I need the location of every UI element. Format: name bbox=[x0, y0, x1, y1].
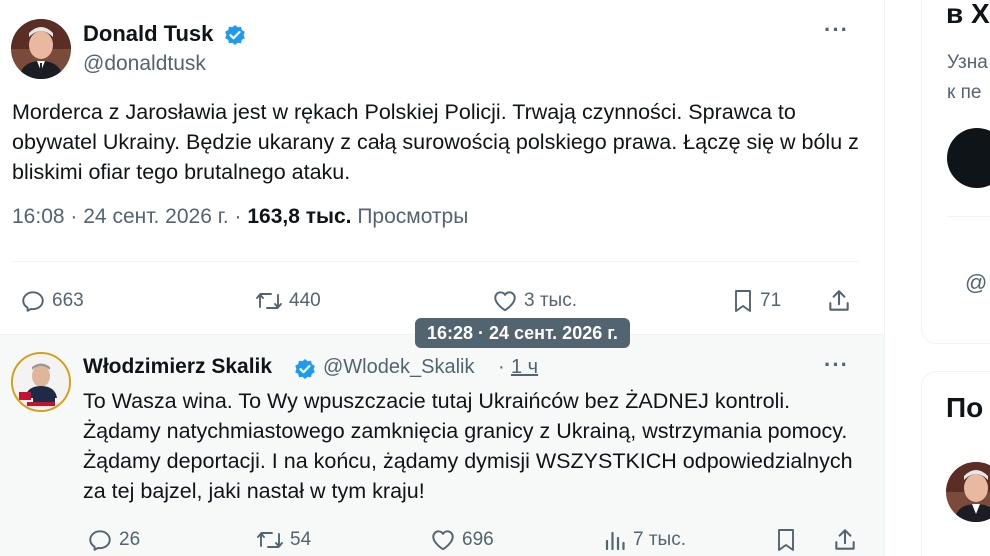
reply-author-avatar[interactable] bbox=[11, 352, 71, 412]
views-label: Просмотры bbox=[357, 205, 469, 228]
verified-badge-icon bbox=[224, 24, 246, 51]
divider bbox=[12, 261, 858, 262]
verified-badge-icon bbox=[294, 358, 316, 385]
bookmark-count: 71 bbox=[760, 290, 782, 311]
heart-icon bbox=[494, 291, 516, 312]
more-options-icon[interactable]: ··· bbox=[824, 17, 849, 43]
views-count: 163,8 тыс. bbox=[247, 205, 352, 228]
reply-views-button[interactable]: 7 тыс. bbox=[603, 527, 686, 553]
reply-author-handle[interactable]: @Wlodek_Skalik bbox=[323, 356, 474, 379]
reply-views-count: 7 тыс. bbox=[633, 529, 686, 550]
reply-icon bbox=[89, 530, 111, 551]
meta-separator-2: · bbox=[234, 205, 242, 228]
bookmark-icon bbox=[778, 529, 794, 551]
tweet-text: Morderca z Jarosławia jest w rękach Pols… bbox=[12, 100, 859, 184]
reply-separator: · bbox=[498, 356, 505, 378]
reply-reply-count: 26 bbox=[119, 529, 141, 550]
retweet-button[interactable]: 440 bbox=[255, 288, 321, 314]
share-icon bbox=[829, 290, 849, 311]
like-button[interactable]: 3 тыс. bbox=[492, 288, 577, 314]
author-name[interactable]: Donald Tusk bbox=[83, 21, 213, 47]
sidebar-follow-title: По bbox=[946, 392, 984, 423]
share-icon bbox=[835, 529, 855, 550]
share-button[interactable] bbox=[826, 288, 858, 314]
timestamp-tooltip: 16:28 · 24 сент. 2026 г. bbox=[415, 318, 630, 348]
reply-icon bbox=[22, 291, 44, 312]
tweet-time[interactable]: 16:08 bbox=[12, 205, 65, 228]
reply-text: To Wasza wina. To Wy wpuszczacie tutaj U… bbox=[83, 389, 853, 503]
reply-like-count: 696 bbox=[462, 529, 494, 550]
reply-author-name[interactable]: Włodzimierz Skalik bbox=[83, 355, 272, 379]
sidebar-card-title: в X bbox=[946, 0, 990, 29]
sidebar-divider bbox=[947, 216, 990, 217]
reply-count: 663 bbox=[52, 290, 84, 311]
reply-retweet-button[interactable]: 54 bbox=[256, 527, 311, 553]
like-count: 3 тыс. bbox=[524, 290, 577, 311]
bookmark-icon bbox=[735, 290, 751, 312]
main-column: Donald Tusk @donaldtusk ··· Morderca z J… bbox=[0, 0, 884, 556]
heart-icon bbox=[432, 530, 454, 551]
reply-button[interactable]: 663 bbox=[20, 288, 84, 314]
tweet-date[interactable]: 24 сент. 2026 г. bbox=[83, 205, 228, 228]
meta-separator: · bbox=[70, 205, 78, 228]
column-divider bbox=[884, 0, 885, 556]
tweet-meta: 16:08 · 24 сент. 2026 г. · 163,8 тыс. Пр… bbox=[12, 205, 468, 229]
reply-like-button[interactable]: 696 bbox=[430, 527, 494, 553]
reply-more-options-icon[interactable]: ··· bbox=[824, 352, 849, 378]
sidebar-at-sign: @ bbox=[965, 270, 988, 295]
views-chart-icon bbox=[605, 531, 625, 551]
reply-retweet-count: 54 bbox=[290, 529, 312, 550]
sidebar-card-line1: Узна bbox=[947, 52, 988, 73]
retweet-icon bbox=[257, 532, 283, 548]
reply-share-button[interactable] bbox=[832, 527, 864, 553]
reply-bookmark-button[interactable] bbox=[775, 527, 803, 553]
sidebar-card-line2: к пе bbox=[947, 82, 982, 103]
retweet-icon bbox=[256, 293, 282, 309]
author-avatar[interactable] bbox=[11, 19, 71, 79]
author-handle[interactable]: @donaldtusk bbox=[83, 52, 206, 76]
reply-reply-button[interactable]: 26 bbox=[87, 527, 140, 553]
reply-age[interactable]: 1 ч bbox=[511, 356, 538, 379]
bookmark-button[interactable]: 71 bbox=[732, 288, 781, 314]
retweet-count: 440 bbox=[289, 290, 321, 311]
